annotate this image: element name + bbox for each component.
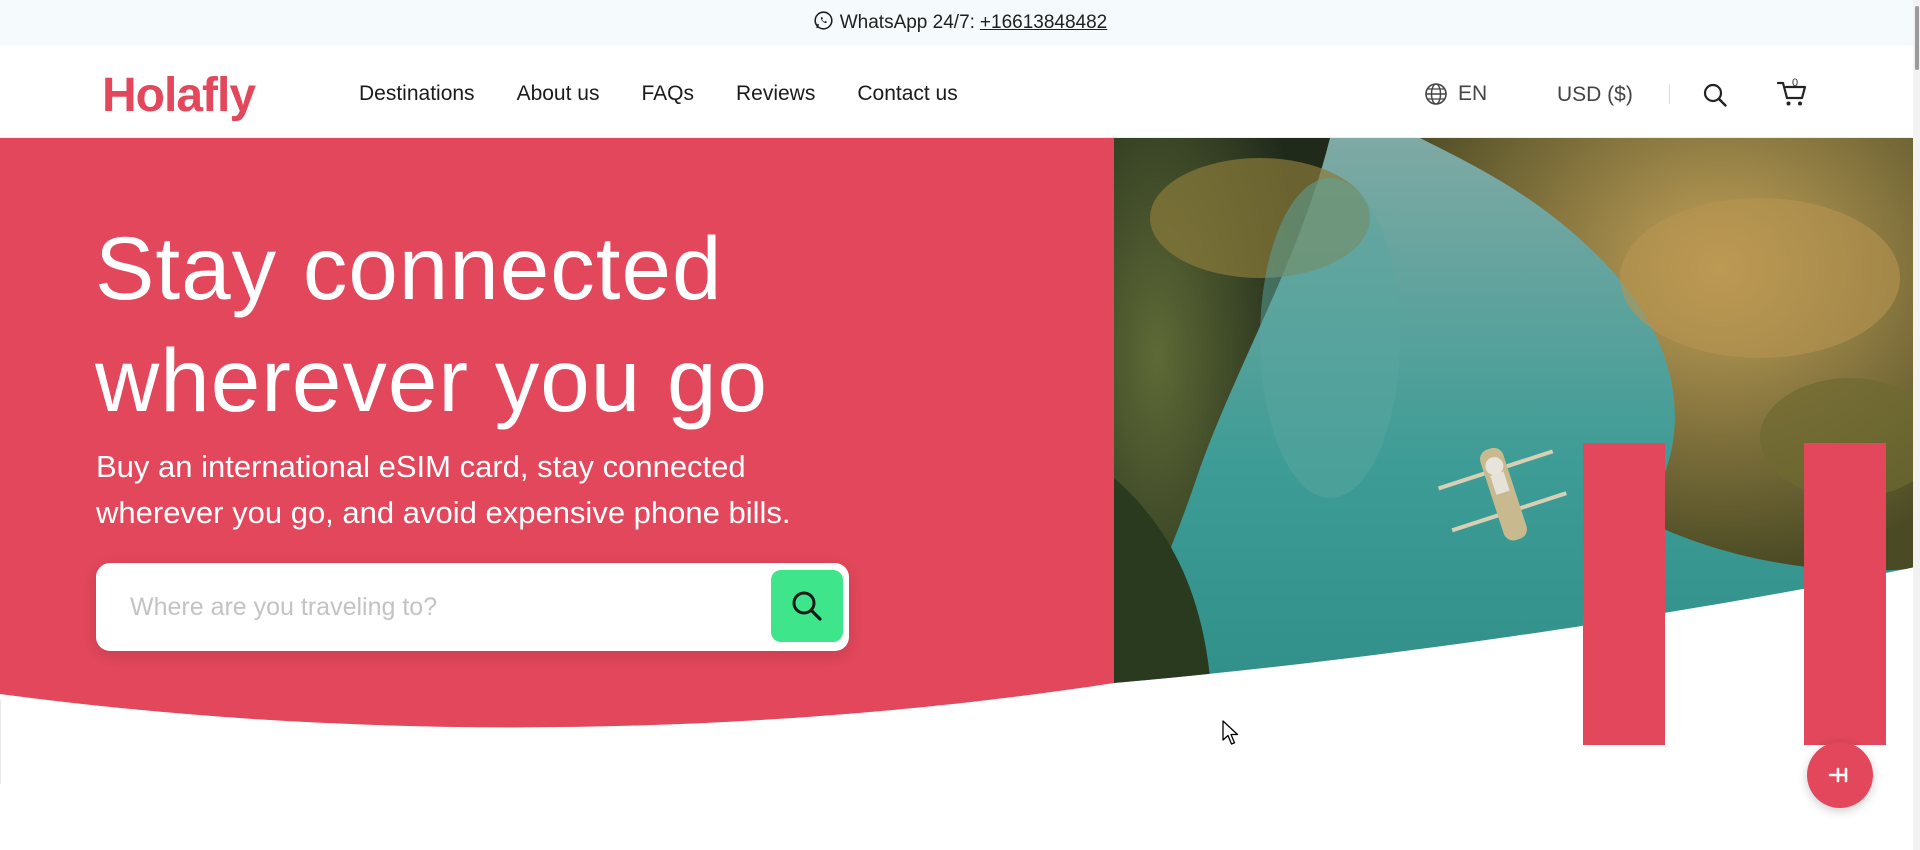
destination-search (96, 563, 849, 651)
mouse-cursor-icon (1222, 720, 1239, 745)
destination-search-input[interactable] (130, 585, 730, 629)
whatsapp-icon (814, 10, 833, 30)
cart-button[interactable]: 0 (1775, 76, 1809, 110)
decor-bar-left (1583, 443, 1665, 745)
decor-bar-right (1804, 443, 1886, 745)
hero-title: Stay connected wherever you go (95, 218, 768, 430)
page-scrollbar[interactable] (1913, 0, 1920, 850)
globe-icon (1425, 83, 1447, 105)
header-divider (1669, 84, 1670, 104)
search-submit-button[interactable] (771, 570, 843, 642)
nav-faqs[interactable]: FAQs (641, 82, 694, 106)
language-label: EN (1458, 82, 1488, 105)
nav-about-us[interactable]: About us (517, 82, 600, 106)
nav-reviews[interactable]: Reviews (736, 82, 815, 106)
nav-destinations[interactable]: Destinations (359, 82, 475, 106)
chat-launcher-button[interactable] (1807, 742, 1873, 808)
whatsapp-phone-link[interactable]: +16613848482 (980, 12, 1107, 34)
holafly-logo[interactable]: Holafly (102, 68, 256, 123)
left-edge-line (0, 700, 1, 784)
cart-count: 0 (1792, 77, 1799, 89)
holafly-mark-icon (1828, 767, 1848, 783)
whatsapp-bar: WhatsApp 24/7: +16613848482 (0, 0, 1920, 46)
whatsapp-label: WhatsApp 24/7: (839, 12, 975, 33)
nav-contact-us[interactable]: Contact us (857, 82, 957, 106)
hero-photo (1114, 138, 1920, 683)
currency-selector[interactable]: USD ($) (1557, 83, 1633, 107)
scrollbar-thumb[interactable] (1915, 6, 1919, 70)
site-header: Holafly Destinations About us FAQs Revie… (0, 46, 1920, 138)
hero-section: Stay connected wherever you go Buy an in… (0, 138, 1920, 788)
search-icon (792, 591, 822, 621)
search-icon[interactable] (1702, 82, 1728, 108)
main-nav: Destinations About us FAQs Reviews Conta… (359, 82, 958, 106)
language-selector[interactable]: EN (1424, 82, 1487, 106)
hero-subtitle: Buy an international eSIM card, stay con… (96, 449, 791, 530)
